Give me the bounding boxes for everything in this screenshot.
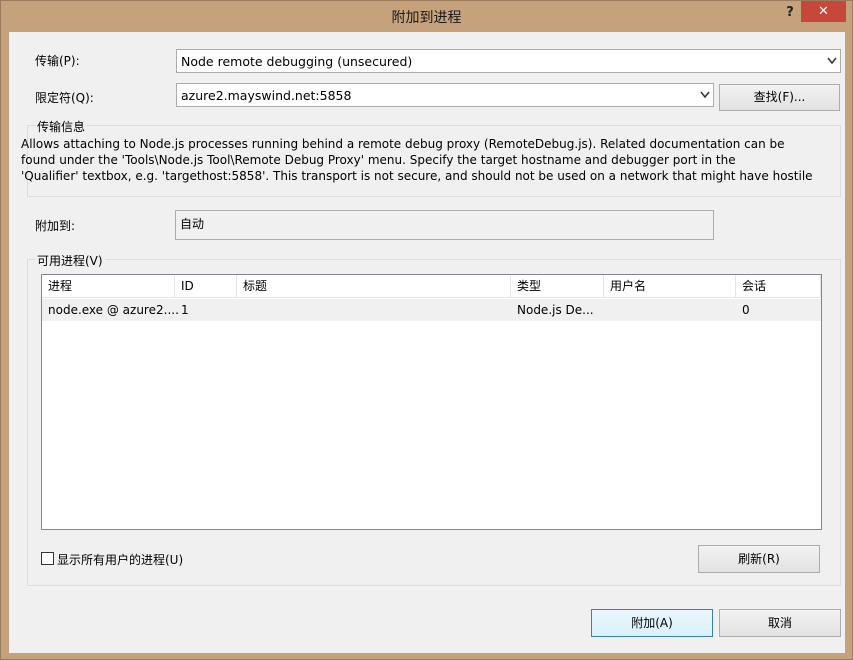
attach-to-value: 自动: [180, 217, 205, 231]
process-list[interactable]: 进程 ID 标题 类型 用户名 会话 node.exe @ azure2....…: [41, 274, 822, 530]
cancel-button[interactable]: 取消: [719, 609, 841, 637]
transport-info-title: 传输信息: [35, 118, 88, 135]
attach-to-label: 附加到:: [35, 219, 76, 233]
column-header-title[interactable]: 标题: [237, 275, 511, 298]
attach-button[interactable]: 附加(A): [591, 609, 713, 637]
close-button[interactable]: ✕: [801, 1, 846, 22]
transport-dropdown[interactable]: Node remote debugging (unsecured): [176, 49, 841, 73]
session-cell: 0: [742, 303, 750, 317]
chevron-down-icon[interactable]: [700, 91, 710, 99]
transport-info-text: Allows attaching to Node.js processes ru…: [21, 136, 813, 184]
help-button[interactable]: ?: [779, 3, 801, 23]
find-button-label: 查找(F)...: [753, 90, 806, 104]
qualifier-combobox[interactable]: azure2.mayswind.net:5858: [176, 83, 714, 107]
dialog-body: 传输(P): Node remote debugging (unsecured)…: [9, 32, 845, 653]
attach-button-label: 附加(A): [631, 616, 673, 630]
column-header-session[interactable]: 会话: [736, 275, 821, 298]
process-cell: node.exe @ azure2....: [48, 303, 179, 317]
id-cell: 1: [181, 303, 189, 317]
attach-to-process-dialog: 附加到进程 ? ✕ 传输(P): Node remote debugging (…: [0, 0, 853, 660]
show-all-users-label[interactable]: 显示所有用户的进程(U): [57, 551, 183, 568]
column-header-process[interactable]: 进程: [42, 275, 175, 298]
column-header-id[interactable]: ID: [175, 275, 237, 298]
username-cell: [604, 299, 736, 321]
qualifier-value: azure2.mayswind.net:5858: [181, 88, 352, 103]
title-cell: [237, 299, 511, 321]
find-button[interactable]: 查找(F)...: [719, 84, 840, 111]
refresh-button[interactable]: 刷新(R): [698, 545, 820, 573]
table-row[interactable]: node.exe @ azure2.... 1 Node.js De... 0: [42, 299, 821, 321]
column-header-username[interactable]: 用户名: [604, 275, 736, 298]
column-header-type[interactable]: 类型: [511, 275, 604, 298]
transport-info-line: 'Qualifier' textbox, e.g. 'targethost:58…: [21, 169, 813, 183]
qualifier-label: 限定符(Q):: [35, 91, 94, 105]
transport-info-line: found under the 'Tools\Node.js Tool\Remo…: [21, 153, 736, 167]
transport-label: 传输(P):: [35, 54, 80, 68]
attach-to-field[interactable]: 自动: [175, 210, 714, 240]
available-processes-title: 可用进程(V): [35, 252, 105, 269]
process-list-header: 进程 ID 标题 类型 用户名 会话: [42, 275, 821, 298]
transport-value: Node remote debugging (unsecured): [181, 54, 413, 69]
title-bar: 附加到进程 ? ✕: [1, 1, 852, 32]
chevron-down-icon: [827, 57, 837, 65]
window-title: 附加到进程: [391, 10, 462, 26]
type-cell: Node.js De...: [517, 303, 594, 317]
cancel-button-label: 取消: [767, 616, 792, 630]
transport-info-line: Allows attaching to Node.js processes ru…: [21, 137, 785, 151]
refresh-button-label: 刷新(R): [738, 552, 780, 566]
show-all-users-checkbox[interactable]: [41, 552, 54, 565]
